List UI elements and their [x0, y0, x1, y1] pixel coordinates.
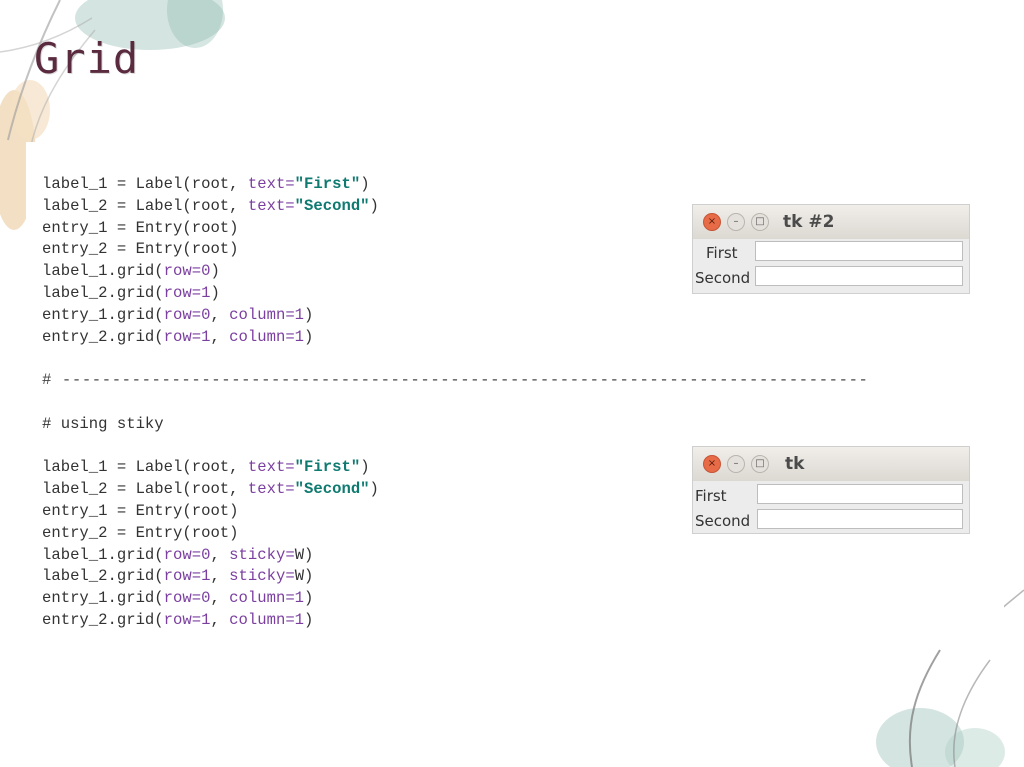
code-token: )	[210, 262, 220, 281]
code-token: column=1	[229, 589, 305, 608]
code-line: entry_2.grid(row=1, column=1)	[42, 610, 869, 632]
code-token: ,	[210, 610, 230, 629]
code-token: )	[304, 610, 314, 629]
code-token: entry_2.grid(	[42, 610, 164, 629]
code-token: text=	[247, 196, 295, 215]
label-first: First	[706, 244, 738, 262]
code-token: W)	[294, 567, 314, 586]
code-token: row=0	[163, 545, 211, 564]
code-line: label_1 = Label(root, text="First")	[42, 174, 869, 196]
code-separator: # --------------------------------------…	[42, 371, 869, 390]
code-token: label_2.grid(	[42, 567, 164, 586]
label-second: Second	[695, 512, 751, 530]
code-token: label_2.grid(	[42, 283, 164, 302]
label-first: First	[695, 487, 727, 505]
window-titlebar[interactable]: × – □ tk	[693, 447, 969, 481]
code-token: "Second"	[294, 480, 370, 499]
code-token: "First"	[294, 175, 361, 193]
entry-first[interactable]	[755, 241, 963, 261]
code-token: column=1	[229, 327, 305, 346]
maximize-icon[interactable]: □	[751, 455, 769, 473]
code-line: entry_1.grid(row=0, column=1)	[42, 305, 869, 327]
code-token: label_2 = Label(root,	[42, 480, 248, 499]
window-title: tk #2	[783, 212, 835, 232]
code-token: sticky=	[229, 567, 295, 586]
code-token: column=1	[229, 610, 305, 629]
code-token: row=0	[163, 305, 211, 324]
code-token: ,	[210, 589, 230, 608]
code-token: )	[304, 327, 314, 346]
code-token: entry_1.grid(	[42, 305, 164, 324]
code-token: column=1	[229, 305, 305, 324]
code-token: )	[360, 175, 370, 193]
code-token: )	[210, 283, 220, 302]
code-token: label_1 = Label(root,	[42, 458, 248, 477]
code-token: entry_1.grid(	[42, 589, 164, 608]
tk-window-1: × – □ tk #2 First Second	[692, 204, 970, 294]
code-token: row=1	[163, 610, 211, 629]
code-token: text=	[247, 175, 295, 193]
code-token: ,	[210, 305, 230, 324]
code-token: "Second"	[294, 196, 370, 215]
code-token: entry_1 = Entry(root)	[42, 218, 239, 237]
code-token: ,	[210, 567, 230, 586]
minimize-icon[interactable]: –	[727, 213, 745, 231]
window-titlebar[interactable]: × – □ tk #2	[693, 205, 969, 239]
code-token: ,	[210, 545, 230, 564]
code-line: entry_1.grid(row=0, column=1)	[42, 588, 869, 610]
code-token: entry_2 = Entry(root)	[42, 240, 239, 259]
code-token: entry_2 = Entry(root)	[42, 523, 239, 542]
code-token: )	[304, 589, 314, 608]
label-second: Second	[695, 269, 751, 287]
close-icon[interactable]: ×	[703, 213, 721, 231]
maximize-icon[interactable]: □	[751, 213, 769, 231]
code-token: entry_2.grid(	[42, 327, 164, 346]
minimize-icon[interactable]: –	[727, 455, 745, 473]
code-token: row=1	[163, 567, 211, 586]
code-token: )	[369, 480, 379, 499]
code-token: row=0	[163, 589, 211, 608]
code-token: label_2 = Label(root,	[42, 196, 248, 215]
code-line: label_2.grid(row=1, sticky=W)	[42, 566, 869, 588]
code-comment: # using stiky	[42, 414, 164, 433]
code-token: row=0	[163, 262, 211, 281]
code-line: label_1.grid(row=0, sticky=W)	[42, 545, 869, 567]
code-token: sticky=	[229, 545, 295, 564]
code-token: row=1	[163, 327, 211, 346]
code-token: ,	[210, 327, 230, 346]
code-token: label_1 = Label(root,	[42, 175, 248, 193]
code-token: )	[369, 196, 379, 215]
tk-window-2: × – □ tk First Second	[692, 446, 970, 534]
code-token: )	[360, 458, 370, 477]
window-title: tk	[785, 454, 805, 474]
entry-second[interactable]	[755, 266, 963, 286]
code-token: text=	[247, 480, 295, 499]
code-token: )	[304, 305, 314, 324]
code-line: entry_2.grid(row=1, column=1)	[42, 327, 869, 349]
entry-second[interactable]	[757, 509, 963, 529]
code-token: label_1.grid(	[42, 545, 164, 564]
code-token: entry_1 = Entry(root)	[42, 501, 239, 520]
close-icon[interactable]: ×	[703, 455, 721, 473]
code-token: text=	[247, 458, 295, 477]
code-token: label_1.grid(	[42, 262, 164, 281]
code-token: "First"	[294, 458, 361, 477]
slide-title: Grid	[34, 34, 140, 83]
code-token: W)	[294, 545, 314, 564]
code-token: row=1	[163, 283, 211, 302]
entry-first[interactable]	[757, 484, 963, 504]
